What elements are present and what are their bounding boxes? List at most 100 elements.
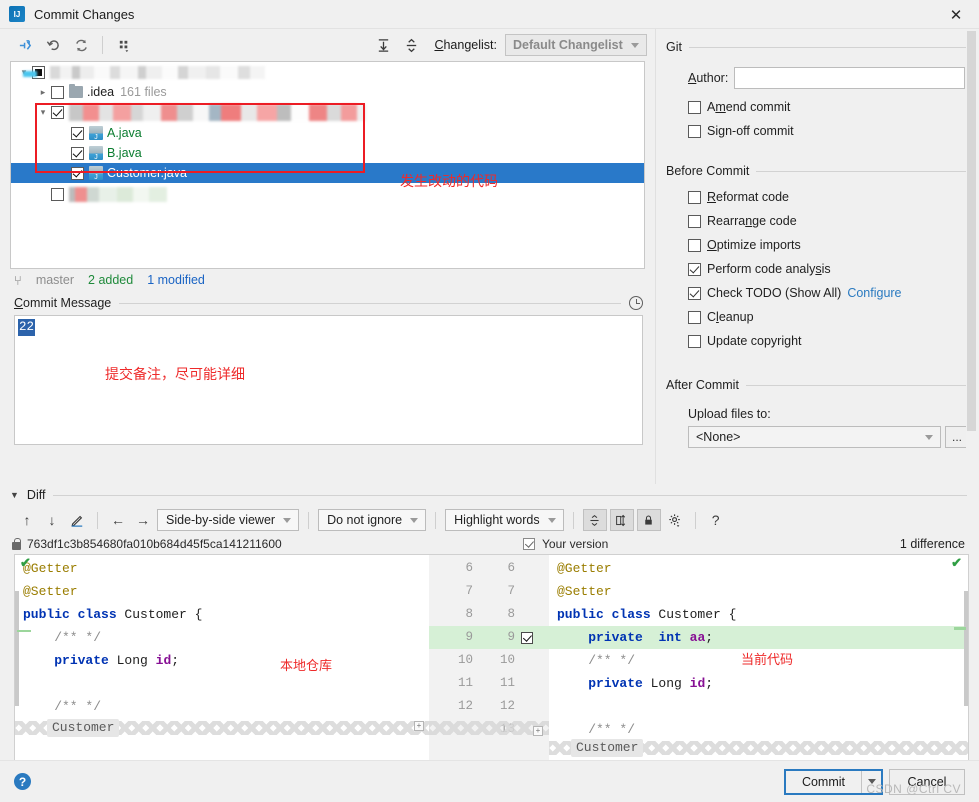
annotation-commit-message: 提交备注，尽可能详细 (105, 367, 245, 383)
line-number: 8 (465, 607, 473, 621)
diff-left-scrollbar[interactable] (15, 591, 19, 706)
collapse-all-icon[interactable] (398, 33, 424, 57)
commit-split-button[interactable]: Commit (783, 768, 883, 795)
before-commit-group-title: Before Commit (666, 164, 750, 178)
diff-toolbar: ↑ ↓ ← → Side-by-side viewer Do not ignor… (0, 506, 979, 534)
line-number: 10 (499, 653, 515, 667)
expand-fold-icon[interactable]: + (414, 721, 424, 731)
changes-status-bar: ⑂ master 2 added 1 modified (0, 269, 655, 291)
reformat-code-checkbox[interactable] (688, 190, 701, 204)
check-todo-row[interactable]: Check TODO (Show All) Configure (656, 281, 979, 305)
chevron-right-icon[interactable]: ▸ (35, 87, 51, 98)
next-difference-icon[interactable]: ↓ (41, 509, 63, 531)
diff-left-title: 763df1c3b854680fa010b684d45f5ca141211600 (27, 537, 282, 551)
perform-code-analysis-checkbox[interactable] (688, 262, 701, 276)
previous-difference-icon[interactable]: ↑ (16, 509, 38, 531)
perform-code-analysis-row[interactable]: Perform code analysis (656, 257, 979, 281)
diff-section-header[interactable]: ▼ Diff (0, 484, 979, 506)
toolbar-divider (308, 511, 310, 529)
update-copyright-row[interactable]: Update copyright (656, 329, 979, 353)
branch-name: master (35, 273, 75, 287)
perform-code-analysis-label: Perform code analysis (707, 262, 831, 276)
expand-all-icon[interactable] (370, 33, 396, 57)
clock-history-icon[interactable] (629, 296, 643, 310)
checkbox[interactable] (51, 106, 64, 119)
folded-region-label[interactable]: Customer (47, 719, 120, 737)
help-icon[interactable]: ? (705, 509, 727, 531)
apply-left-icon[interactable]: ← (107, 509, 129, 531)
tree-label: Customer.java (107, 166, 187, 180)
diff-right-pane[interactable]: ✔ @Getter @Setter public class Customer … (549, 554, 969, 767)
expand-fold-icon[interactable]: + (533, 726, 543, 736)
your-version-checkbox[interactable] (523, 538, 535, 550)
diff-right-scrollbar[interactable] (964, 591, 968, 706)
rearrange-code-row[interactable]: Rearrange code (656, 209, 979, 233)
sign-off-commit-row[interactable]: Sign-off commit (656, 119, 979, 143)
cleanup-checkbox[interactable] (688, 310, 701, 324)
changed-files-tree[interactable]: ▾ ▸ .idea 161 files ▾ (10, 61, 645, 269)
diff-settings-icon[interactable] (664, 509, 686, 531)
accept-change-checkbox[interactable] (521, 632, 533, 644)
chevron-down-icon[interactable]: ▾ (35, 107, 51, 118)
reformat-code-row[interactable]: Reformat code (656, 185, 979, 209)
whitespace-mode-select[interactable]: Do not ignore (318, 509, 427, 531)
upload-target-select[interactable]: <None> (688, 426, 941, 448)
commit-message-input[interactable]: 22 提交备注，尽可能详细 (14, 315, 643, 445)
checkbox[interactable] (71, 146, 84, 160)
refresh-icon[interactable] (68, 33, 94, 57)
line-number: 6 (507, 561, 515, 575)
checkbox[interactable] (71, 126, 84, 140)
lock-icon[interactable] (636, 509, 661, 531)
sign-off-commit-checkbox[interactable] (688, 124, 701, 138)
tree-row[interactable] (11, 183, 644, 205)
checkbox[interactable] (71, 166, 84, 180)
code-line: private Long id; (54, 653, 180, 668)
apply-right-icon[interactable]: → (132, 509, 154, 531)
optimize-imports-checkbox[interactable] (688, 238, 701, 252)
author-input[interactable] (734, 67, 965, 89)
check-todo-checkbox[interactable] (688, 286, 701, 300)
redacted-folder-name (69, 186, 167, 202)
amend-commit-checkbox[interactable] (688, 100, 701, 114)
editor-size-icon[interactable] (609, 509, 634, 531)
optimize-imports-row[interactable]: Optimize imports (656, 233, 979, 257)
checkbox[interactable] (51, 85, 64, 99)
group-by-icon[interactable] (111, 33, 137, 57)
folded-region-separator[interactable] (429, 721, 549, 735)
checkbox[interactable] (51, 187, 64, 201)
rearrange-code-checkbox[interactable] (688, 214, 701, 228)
close-icon[interactable]: ✕ (933, 0, 979, 29)
folded-region-label[interactable]: Customer (571, 739, 644, 757)
tree-row[interactable]: ▾ (11, 102, 644, 123)
tree-row[interactable]: ▸ .idea 161 files (11, 82, 644, 102)
chevron-down-icon[interactable]: ▼ (10, 490, 19, 500)
tree-row[interactable]: B.java (11, 143, 644, 163)
diff-line-number-gutter: 6 7 8 9 10 11 12 6 7 8 9 10 11 12 13 + (429, 554, 549, 767)
collapse-unchanged-icon[interactable] (582, 509, 607, 531)
readonly-lock-icon (12, 537, 21, 550)
diff-left-pane[interactable]: ✔ @Getter @Setter public class Customer … (14, 554, 429, 767)
cleanup-row[interactable]: Cleanup (656, 305, 979, 329)
upload-files-label: Upload files to: (688, 407, 771, 421)
commit-button[interactable]: Commit (785, 770, 861, 793)
show-diff-icon[interactable] (12, 33, 38, 57)
changelist-select[interactable]: Default Changelist (505, 34, 647, 56)
amend-commit-row[interactable]: Amend commit (656, 95, 979, 119)
edit-source-icon[interactable] (66, 509, 88, 531)
rollback-icon[interactable] (40, 33, 66, 57)
update-copyright-checkbox[interactable] (688, 334, 701, 348)
cancel-button[interactable]: Cancel (889, 768, 965, 795)
options-scrollbar[interactable] (966, 31, 977, 451)
viewer-mode-select[interactable]: Side-by-side viewer (157, 509, 300, 531)
cleanup-label: Cleanup (707, 310, 754, 324)
tree-row[interactable]: ▾ (11, 62, 644, 82)
tree-row[interactable]: Customer.java (11, 163, 644, 183)
commit-options-dropdown-icon[interactable] (861, 770, 881, 793)
highlight-mode-select[interactable]: Highlight words (445, 509, 564, 531)
window-title: Commit Changes (34, 6, 135, 22)
tree-row[interactable]: A.java (11, 123, 644, 143)
help-icon[interactable]: ? (14, 773, 31, 790)
chevron-down-icon (283, 517, 292, 523)
diff-deleted-marker (17, 630, 31, 632)
configure-todo-link[interactable]: Configure (847, 286, 901, 300)
